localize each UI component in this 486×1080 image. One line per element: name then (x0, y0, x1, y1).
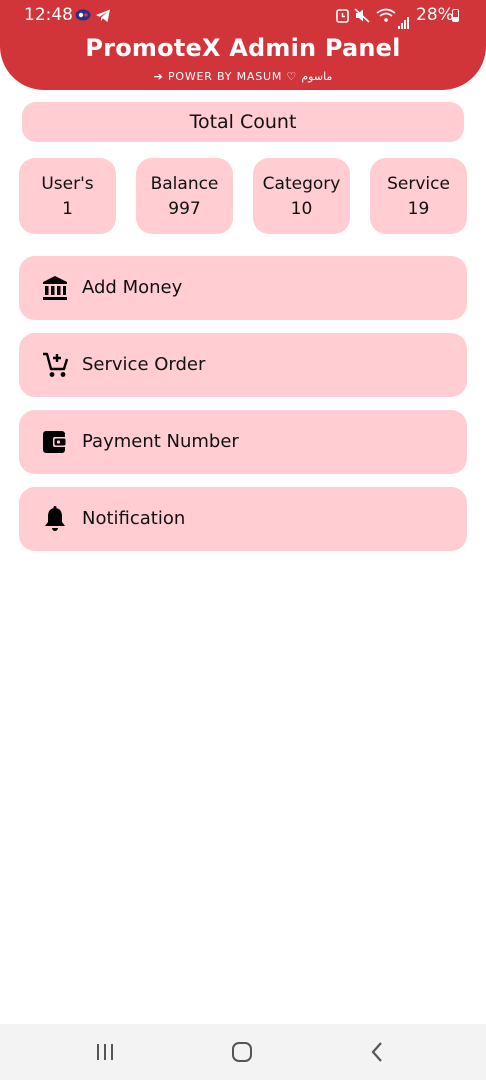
stat-value: 19 (407, 199, 430, 219)
menu-label: Add Money (82, 277, 183, 298)
menu-label: Payment Number (82, 431, 239, 452)
home-icon[interactable] (230, 1038, 254, 1066)
status-bar: 12:48 28% (0, 0, 486, 32)
stat-value: 1 (62, 199, 73, 219)
bank-icon (43, 276, 67, 300)
mute-icon (354, 8, 370, 23)
page-title: PromoteX Admin Panel (85, 34, 401, 62)
wifi-icon (376, 8, 396, 22)
recent-apps-icon[interactable] (95, 1038, 117, 1066)
stat-value: 997 (168, 199, 201, 219)
powered-by-text: ➔ POWER BY MASUM ♡ ماسوم (153, 70, 333, 83)
notification-app-icon (75, 9, 91, 21)
app-header: 12:48 28% PromoteX Admin Panel ➔ POWER B… (0, 0, 486, 90)
alarm-icon (336, 9, 349, 23)
stat-label: User's (41, 174, 94, 194)
menu-add-money[interactable]: Add Money (19, 256, 467, 320)
bell-icon (45, 506, 65, 531)
total-count-banner: Total Count (22, 102, 464, 142)
battery-percent: 28% (416, 5, 454, 25)
telegram-icon (96, 9, 110, 22)
back-icon[interactable] (368, 1038, 386, 1066)
menu-label: Service Order (82, 354, 206, 375)
add-cart-icon (43, 352, 69, 377)
stat-label: Category (262, 174, 341, 194)
wallet-icon (43, 431, 67, 453)
status-time: 12:48 (24, 5, 73, 25)
stat-card-service: Service 19 (370, 158, 467, 234)
system-nav-bar (0, 1024, 486, 1080)
stat-value: 10 (290, 199, 313, 219)
battery-icon (452, 9, 459, 22)
stat-card-users: User's 1 (19, 158, 116, 234)
stat-card-category: Category 10 (253, 158, 350, 234)
signal-icon (398, 10, 410, 29)
stat-card-balance: Balance 997 (136, 158, 233, 234)
menu-notification[interactable]: Notification (19, 487, 467, 551)
stat-label: Service (387, 174, 450, 194)
menu-service-order[interactable]: Service Order (19, 333, 467, 397)
stat-label: Balance (150, 174, 219, 194)
menu-payment-number[interactable]: Payment Number (19, 410, 467, 474)
menu-label: Notification (82, 508, 186, 529)
